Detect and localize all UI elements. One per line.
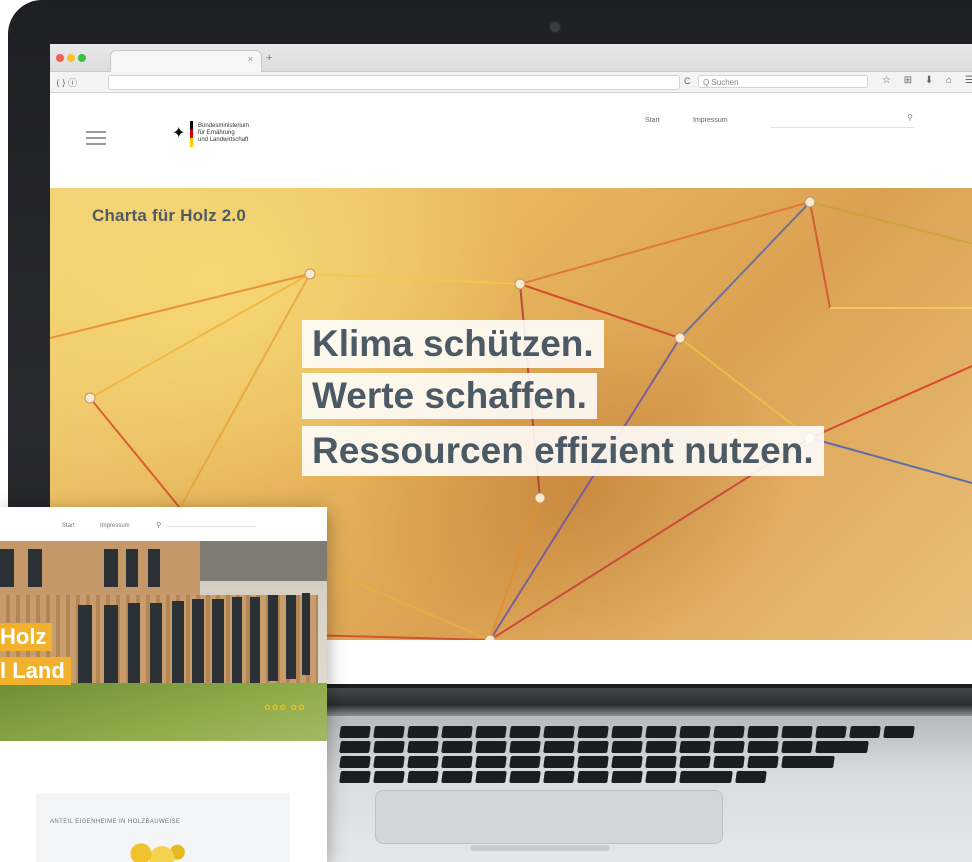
browser-search-input[interactable]: Q Suchen: [698, 75, 868, 88]
building-window: [286, 595, 296, 679]
ministry-name-line-2: für Ernährung: [198, 130, 235, 136]
nav-link-start[interactable]: Start: [645, 117, 660, 124]
back-forward-icons[interactable]: ⟨ ⟩ ⓘ: [56, 76, 77, 89]
search-icon[interactable]: ⚲: [907, 113, 913, 122]
minimize-window-button[interactable]: [67, 54, 75, 62]
building-window: [148, 549, 160, 587]
statistic-card-title: ANTEIL EIGENHEIME IN HOLZBAUWEISE: [50, 819, 181, 825]
ministry-logo-text[interactable]: Bundesministerium für Ernährung und Land…: [198, 123, 278, 144]
reload-icon[interactable]: C: [684, 76, 691, 86]
tablet-screen: Start Impressum ⚲ ✿✿✿ ✿✿ Holz l Land ANT…: [0, 507, 327, 862]
tablet-nav-link-impressum[interactable]: Impressum: [100, 523, 130, 529]
tablet-site-header: Start Impressum ⚲: [0, 507, 327, 541]
building-window: [0, 549, 14, 587]
nav-link-impressum[interactable]: Impressum: [693, 117, 728, 124]
building-window: [126, 549, 138, 587]
close-window-button[interactable]: [56, 54, 64, 62]
webcam: [550, 22, 560, 32]
hamburger-menu-icon[interactable]: [86, 131, 106, 145]
tablet-headline-tag-2: l Land: [0, 657, 71, 685]
hero-section-title: Charta für Holz 2.0: [92, 206, 246, 225]
trackpad[interactable]: [375, 790, 723, 844]
laptop-front-notch: [470, 845, 610, 851]
federal-eagle-icon: ✦: [172, 125, 186, 142]
building-window: [172, 601, 184, 695]
browser-tabbar: × +: [50, 44, 972, 72]
building-window: [302, 593, 310, 675]
ministry-name-line-3: und Landwirtschaft: [198, 137, 249, 143]
keyboard: [339, 726, 972, 796]
site-search-input[interactable]: ⚲: [770, 113, 915, 128]
close-tab-icon[interactable]: ×: [248, 54, 253, 64]
tablet-nav-link-start[interactable]: Start: [62, 523, 75, 529]
lawn: [0, 683, 327, 741]
tablet-search-icon[interactable]: ⚲: [156, 521, 161, 529]
ministry-name-line-1: Bundesministerium: [198, 123, 250, 129]
hero-headline-1: Klima schützen.: [302, 320, 604, 368]
hero-headline-2: Werte schaffen.: [302, 373, 597, 419]
new-tab-button[interactable]: +: [266, 52, 272, 64]
hero-headline-3: Ressourcen effizient nutzen.: [302, 426, 824, 476]
background-hill: [200, 541, 327, 581]
browser-tab[interactable]: ×: [110, 50, 262, 72]
url-field[interactable]: [108, 75, 680, 90]
maximize-window-button[interactable]: [78, 54, 86, 62]
site-header: ✦ Bundesministerium für Ernährung und La…: [50, 93, 972, 189]
building-window: [212, 599, 224, 691]
statistic-card[interactable]: ANTEIL EIGENHEIME IN HOLZBAUWEISE: [36, 793, 290, 862]
sunflowers-decoration: ✿✿✿ ✿✿: [264, 703, 306, 712]
building-window: [28, 549, 42, 587]
tablet-headline-tag-1: Holz: [0, 623, 53, 651]
toolbar-icons[interactable]: ☆ ⊞ ⬇ ⌂ ☰: [882, 75, 972, 86]
germany-map-graphic: [120, 841, 190, 862]
building-window: [268, 595, 278, 681]
building-window: [104, 549, 118, 587]
german-flag-icon: [190, 121, 193, 147]
building-window: [192, 599, 204, 693]
building-window: [250, 597, 260, 685]
building-window: [232, 597, 242, 689]
tablet-search-input[interactable]: [166, 526, 256, 527]
browser-toolbar: ⟨ ⟩ ⓘ C Q Suchen ☆ ⊞ ⬇ ⌂ ☰: [50, 72, 972, 93]
